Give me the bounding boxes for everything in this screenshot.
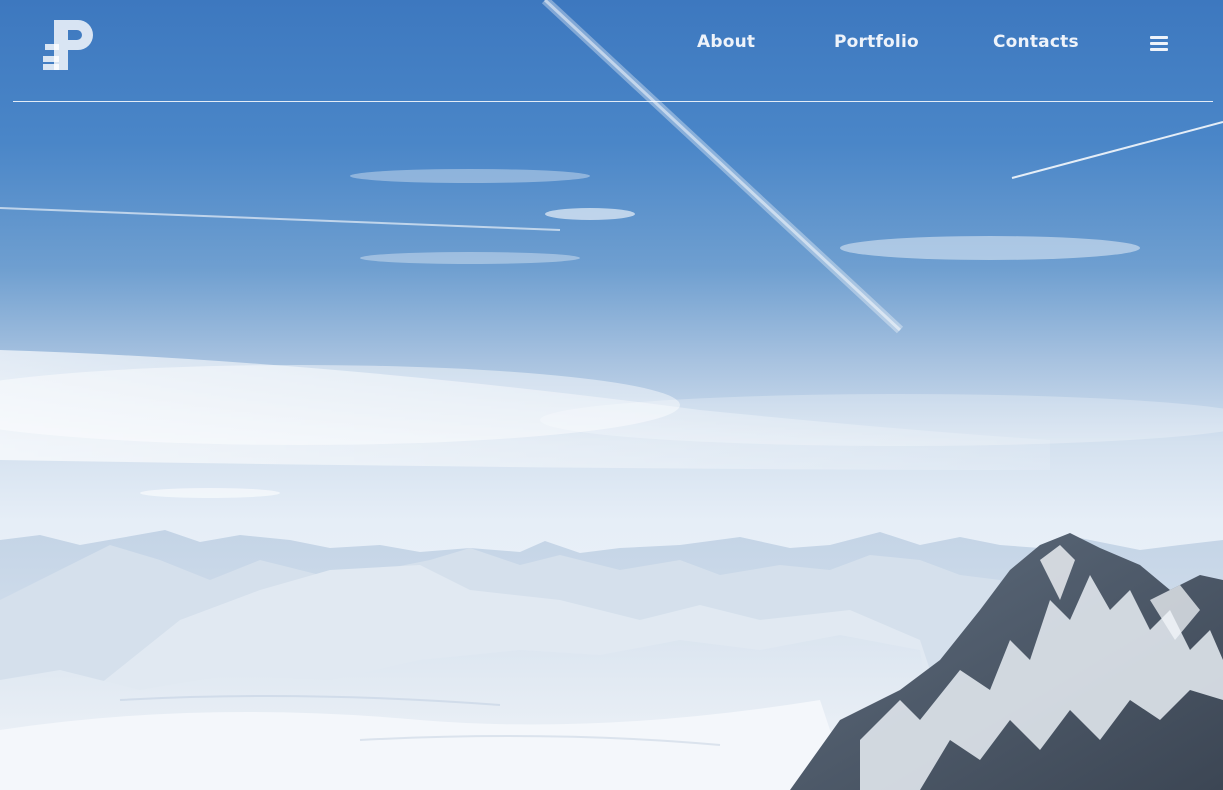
top-navigation: About Portfolio Contacts: [0, 0, 1223, 102]
nav-divider: [13, 101, 1213, 102]
contrail: [1011, 121, 1223, 179]
menu-bar: [1150, 48, 1168, 51]
menu-bar: [1150, 36, 1168, 39]
nav-link-portfolio[interactable]: Portfolio: [834, 32, 919, 52]
nav-link-contacts[interactable]: Contacts: [993, 32, 1079, 52]
nav-link-about[interactable]: About: [697, 32, 755, 52]
mountain-landscape-image: [0, 0, 1223, 790]
menu-bar: [1150, 42, 1168, 45]
hero-background: [0, 0, 1223, 790]
p-logo-icon[interactable]: [42, 18, 96, 72]
hamburger-menu-icon[interactable]: [1150, 36, 1168, 51]
contrail: [0, 207, 561, 231]
